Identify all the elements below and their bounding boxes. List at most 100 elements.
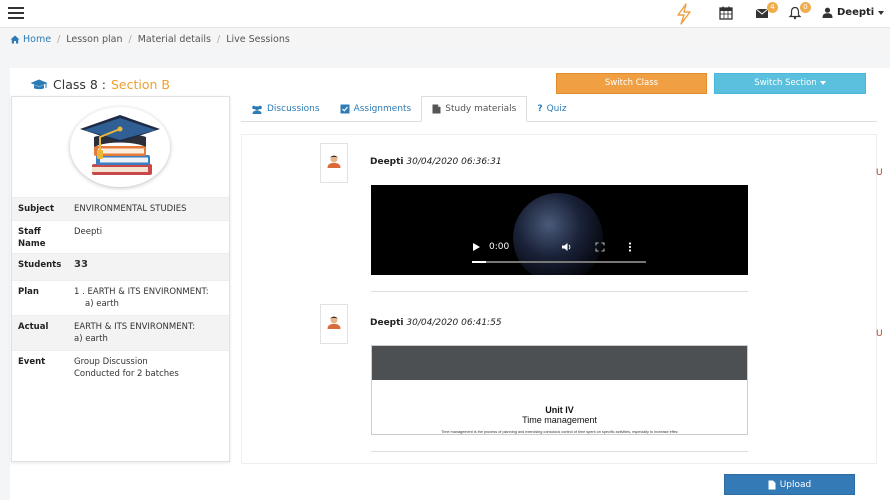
tab-label: Discussions [267, 104, 320, 114]
document-preview[interactable]: Unit IV Time management Time management … [371, 345, 748, 435]
info-value: EARTH & ITS ENVIRONMENT: a) earth [74, 321, 223, 345]
breadcrumb: Home / Lesson plan / Material details / … [0, 28, 890, 50]
tab-bar: Discussions Assignments Study materials … [241, 96, 877, 122]
post-divider [371, 451, 748, 452]
info-value-line: 1 . EARTH & ITS ENVIRONMENT: [74, 287, 209, 297]
mail-count-badge: 4 [767, 2, 778, 13]
user-icon [822, 7, 833, 18]
video-progress-bar[interactable] [472, 261, 646, 263]
tab-quiz[interactable]: ? Quiz [527, 96, 576, 122]
tab-assignments[interactable]: Assignments [330, 96, 422, 122]
info-value: ENVIRONMENTAL STUDIES [74, 204, 187, 214]
question-icon: ? [537, 104, 543, 114]
document-text: Time management is the process of planni… [441, 430, 678, 434]
user-menu[interactable]: Deepti [822, 7, 885, 18]
mail-icon[interactable]: 4 [755, 2, 778, 22]
section-label: Section B [111, 77, 170, 92]
home-icon [10, 35, 20, 43]
hamburger-menu-icon[interactable] [8, 7, 24, 19]
breadcrumb-live-sessions: Live Sessions [226, 33, 290, 45]
document-subtitle: Time management [522, 415, 597, 425]
info-value-line: a) earth [85, 299, 119, 309]
main-panel: Class 8 : Section B Switch Class Switch … [10, 68, 890, 500]
breadcrumb-lesson-plan[interactable]: Lesson plan [66, 34, 122, 45]
users-icon [252, 105, 262, 114]
info-value-line: Group Discussion [74, 357, 148, 367]
info-key: Event [18, 357, 46, 367]
upload-label: Upload [779, 479, 812, 490]
more-options-icon[interactable] [628, 242, 632, 252]
file-icon [768, 480, 776, 489]
class-info-table: Subject ENVIRONMENTAL STUDIES Staff Name… [12, 197, 229, 388]
class-label: Class 8 : [53, 77, 106, 92]
info-key: Students [18, 260, 62, 270]
tab-label: Assignments [353, 104, 412, 114]
play-icon[interactable] [471, 242, 481, 252]
info-value: Deepti [74, 227, 103, 237]
video-controls: 0:00 [471, 237, 651, 257]
person-avatar-icon [327, 155, 341, 168]
info-row-plan: Plan 1 . EARTH & ITS ENVIRONMENT: a) ear… [12, 280, 229, 315]
info-value-line: EARTH & ITS ENVIRONMENT: [74, 322, 196, 332]
upload-button[interactable]: Upload [724, 474, 855, 495]
breadcrumb-material-details[interactable]: Material details [138, 34, 211, 45]
post-header: Deepti 30/04/2020 06:41:55 [370, 318, 502, 328]
author-avatar [320, 143, 348, 183]
document-page: Unit IV Time management Time management … [374, 380, 745, 434]
info-value: 33 [74, 259, 88, 270]
post-author: Deepti [370, 157, 404, 167]
study-materials-panel: Deepti 30/04/2020 06:36:31 0:00 Deepti 3… [241, 134, 877, 464]
info-row-event: Event Group Discussion Conducted for 2 b… [12, 350, 229, 388]
bell-icon[interactable]: 0 [788, 2, 811, 22]
info-key: Actual [18, 322, 49, 332]
switch-class-button[interactable]: Switch Class [556, 73, 707, 94]
switch-section-button[interactable]: Switch Section [714, 73, 866, 94]
info-value-line: a) earth [74, 334, 108, 344]
edge-truncated-mark: U [876, 168, 883, 178]
info-key: Subject [18, 204, 55, 214]
books-graduation-cap-icon [80, 115, 160, 175]
info-value: 1 . EARTH & ITS ENVIRONMENT: a) earth [74, 286, 223, 310]
info-key: Staff Name [18, 226, 74, 249]
post-author: Deepti [370, 318, 404, 328]
post-divider [371, 291, 748, 292]
switch-class-label: Switch Class [604, 78, 659, 88]
tab-discussions[interactable]: Discussions [241, 96, 330, 122]
document-title: Unit IV [545, 405, 574, 415]
volume-icon[interactable] [561, 242, 573, 252]
bolt-icon[interactable] [673, 3, 695, 25]
info-row-students: Students 33 [12, 253, 229, 280]
person-avatar-icon [327, 316, 341, 329]
graduation-cap-icon [30, 79, 48, 89]
post-timestamp: 30/04/2020 06:36:31 [406, 157, 502, 167]
document-toolbar [372, 346, 747, 380]
switch-section-label: Switch Section [754, 78, 817, 88]
post-header: Deepti 30/04/2020 06:36:31 [370, 157, 502, 167]
info-key: Plan [18, 287, 39, 297]
video-player[interactable]: 0:00 [371, 185, 748, 275]
caret-down-icon [819, 80, 826, 85]
info-value-line: Conducted for 2 batches [74, 369, 179, 379]
tab-study-materials[interactable]: Study materials [421, 96, 528, 122]
breadcrumb-separator: / [128, 33, 132, 45]
assignment-icon [340, 104, 350, 114]
info-row-staff: Staff Name Deepti [12, 220, 229, 253]
page-title: Class 8 : Section B [30, 77, 170, 92]
breadcrumb-separator: / [57, 33, 61, 45]
class-info-card: Subject ENVIRONMENTAL STUDIES Staff Name… [11, 96, 230, 462]
info-value: Group Discussion Conducted for 2 batches [74, 356, 223, 383]
class-avatar [70, 107, 170, 187]
post-timestamp: 30/04/2020 06:41:55 [406, 318, 502, 328]
fullscreen-icon[interactable] [595, 242, 605, 252]
video-time: 0:00 [489, 242, 510, 252]
info-row-subject: Subject ENVIRONMENTAL STUDIES [12, 197, 229, 220]
tab-label: Study materials [445, 104, 517, 114]
calendar-icon[interactable] [719, 6, 735, 22]
top-bar: 4 0 Deepti [0, 0, 890, 28]
breadcrumb-home[interactable]: Home [10, 34, 51, 45]
notification-count-badge: 0 [800, 2, 811, 13]
user-name: Deepti [837, 7, 875, 18]
caret-down-icon [878, 10, 885, 15]
breadcrumb-separator: / [216, 33, 221, 45]
info-key-line: Staff [18, 227, 41, 237]
